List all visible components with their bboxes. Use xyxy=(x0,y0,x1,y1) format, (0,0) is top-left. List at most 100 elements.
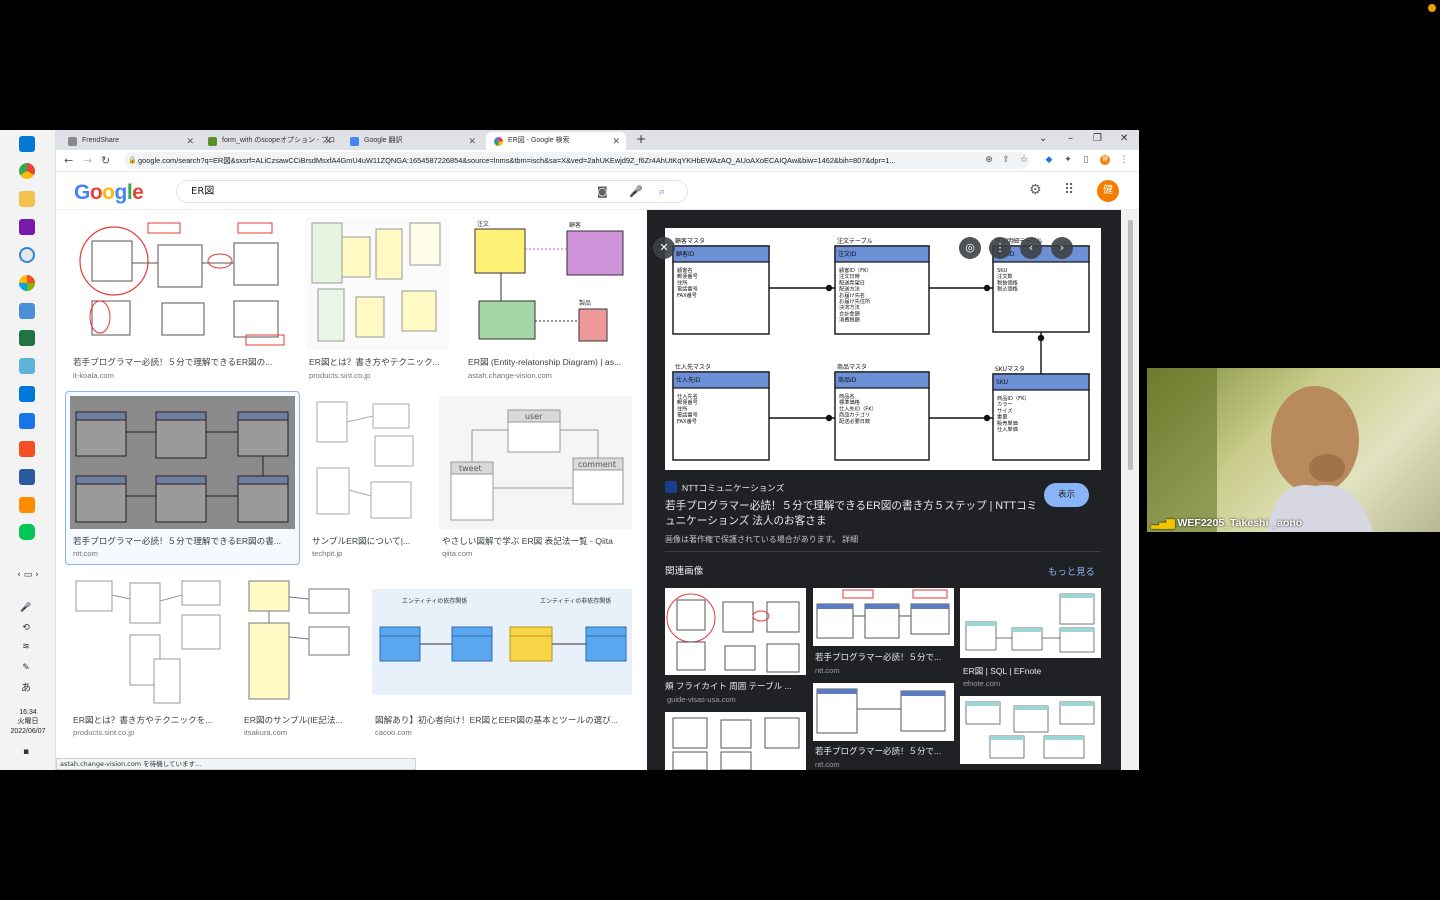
profile-avatar-icon[interactable]: 健 xyxy=(1100,155,1110,165)
result-thumbnail[interactable] xyxy=(309,396,424,529)
related-caption[interactable]: 頬 フライカイト 周囲 テーブル ... xyxy=(665,680,806,692)
back-icon[interactable]: ← xyxy=(64,153,73,169)
excel-icon[interactable] xyxy=(19,330,35,346)
google-logo[interactable]: Google xyxy=(74,181,144,205)
result-thumbnail[interactable] xyxy=(70,396,295,529)
result-thumbnail[interactable] xyxy=(70,575,227,708)
search-icon[interactable]: ⌕ xyxy=(659,186,665,198)
notification-icon[interactable]: ▪ xyxy=(20,747,32,757)
close-window-icon[interactable]: ✕ xyxy=(1120,130,1128,148)
previous-icon[interactable]: ‹ xyxy=(1020,237,1042,259)
preview-title-cont[interactable]: ュニケーションズ 法人のお客さま xyxy=(665,513,826,528)
result-thumbnail[interactable]: user tweet comment xyxy=(439,396,632,529)
tab-close-icon[interactable]: ✕ xyxy=(468,132,476,150)
related-source[interactable]: ntt.com xyxy=(815,666,840,675)
result-caption[interactable]: ER図とは？書き方やテクニック... xyxy=(309,356,449,368)
app-icon[interactable] xyxy=(19,247,35,263)
related-thumbnail[interactable] xyxy=(960,696,1101,764)
tab-close-icon[interactable]: ✕ xyxy=(612,132,620,150)
wifi-icon[interactable]: ≋ xyxy=(20,642,32,652)
microphone-icon[interactable]: 🎤 xyxy=(629,186,643,198)
result-source[interactable]: ntt.com xyxy=(73,549,98,558)
related-thumbnail[interactable] xyxy=(813,683,954,741)
forward-icon[interactable]: → xyxy=(83,153,92,169)
new-tab-icon[interactable]: + xyxy=(636,130,646,148)
related-caption[interactable]: ER図 | SQL | EFnote xyxy=(963,665,1101,677)
menu-dots-icon[interactable]: ⋮ xyxy=(1119,155,1129,165)
related-thumbnail[interactable] xyxy=(813,588,954,646)
preview-site-name[interactable]: NTTコミュニケーションズ xyxy=(682,482,784,494)
sync-icon[interactable]: ⟲ xyxy=(20,623,32,633)
result-caption[interactable]: サンプルER図について|... xyxy=(312,535,417,547)
microphone-icon[interactable]: 🎤 xyxy=(20,603,32,613)
result-source[interactable]: products.sint.co.jp xyxy=(309,371,370,380)
tab-search-icon[interactable]: ⌄ xyxy=(1039,130,1047,148)
result-source[interactable]: cacoo.com xyxy=(375,728,412,737)
url-input[interactable]: 🔒 google.com/search?q=ER図&sxsrf=ALiCzsaw… xyxy=(124,152,1029,169)
result-thumbnail[interactable] xyxy=(70,217,292,350)
result-caption[interactable]: 若手プログラマー必読！５分で理解できるER図の書... xyxy=(73,535,291,547)
more-options-icon[interactable]: ⋮ xyxy=(989,237,1011,259)
onenote-icon[interactable] xyxy=(19,219,35,235)
folder-icon[interactable] xyxy=(19,191,35,207)
apps-grid-icon[interactable]: ⠿ xyxy=(1064,183,1074,197)
powershell-icon[interactable] xyxy=(19,469,35,485)
related-source[interactable]: guide-visas-usa.com xyxy=(667,695,736,704)
result-caption[interactable]: 図解あり】初心者向け！ER図とEER図の基本とツールの選び... xyxy=(375,714,632,726)
camera-search-icon[interactable]: ◙ xyxy=(597,186,608,198)
extensions-puzzle-icon[interactable]: ✦ xyxy=(1063,155,1073,165)
result-source[interactable]: itsakura.com xyxy=(244,728,287,737)
preview-title[interactable]: 若手プログラマー必読！５分で理解できるER図の書き方５ステップ | NTTコミ xyxy=(665,498,1037,513)
result-thumbnail[interactable]: エンティティの依存関係 エンティティの非依存関係 xyxy=(372,589,632,695)
pen-icon[interactable]: ✎ xyxy=(20,663,32,673)
maximize-icon[interactable]: ❐ xyxy=(1093,130,1102,148)
result-source[interactable]: qiita.com xyxy=(442,549,472,558)
bookmark-star-icon[interactable]: ☆ xyxy=(1019,155,1029,165)
result-caption[interactable]: やさしい図解で学ぶ ER図 表記法一覧 - Qiita xyxy=(442,535,632,547)
app-icon[interactable] xyxy=(19,497,35,513)
related-source[interactable]: ntt.com xyxy=(815,760,840,769)
result-source[interactable]: it-koala.com xyxy=(73,371,114,380)
minimize-icon[interactable]: – xyxy=(1068,130,1073,148)
line-icon[interactable] xyxy=(19,524,35,540)
result-caption[interactable]: 若手プログラマー必読！５分で理解できるER図の... xyxy=(73,356,288,368)
scrollbar-thumb[interactable] xyxy=(1128,220,1133,470)
related-caption[interactable]: 若手プログラマー必読！５分で... xyxy=(815,651,954,663)
related-thumbnail[interactable] xyxy=(665,712,806,770)
windows-start-icon[interactable] xyxy=(19,136,35,152)
search-input[interactable]: ER図 ◙ 🎤 ⌕ xyxy=(176,180,688,203)
extension-drop-icon[interactable]: ◆ xyxy=(1044,155,1054,165)
translate-icon[interactable] xyxy=(19,413,35,429)
lens-search-icon[interactable]: ◎ xyxy=(959,237,981,259)
tab-frendshare[interactable]: FrendShare ✕ xyxy=(60,132,200,150)
related-thumbnail[interactable] xyxy=(665,588,806,675)
preview-image[interactable]: 顧客マスタ 顧客ID 顧客名 郵便番号 住所 電話番号 FAX番号 注文テーブル 注文ID 顧客I… xyxy=(665,228,1101,470)
result-thumbnail[interactable] xyxy=(241,575,356,708)
tab-close-icon[interactable]: ✕ xyxy=(186,132,194,150)
tab-close-icon[interactable]: ✕ xyxy=(324,132,332,150)
result-caption[interactable]: ER図 (Entity-relatonship Diagram) | as... xyxy=(468,356,632,368)
account-avatar[interactable]: 健 xyxy=(1097,180,1119,202)
zoom-icon[interactable]: ⊕ xyxy=(984,155,994,165)
result-thumbnail[interactable]: 注文 顧客 製品 xyxy=(465,217,632,350)
preview-scrollbar[interactable] xyxy=(1121,210,1139,770)
result-caption[interactable]: ER図とは？書き方やテクニックを... xyxy=(73,714,223,726)
share-icon[interactable]: ⇪ xyxy=(1001,155,1011,165)
related-thumbnail[interactable] xyxy=(960,588,1101,658)
tab-form-with[interactable]: form_with のscopeオプション - プロ ✕ xyxy=(200,132,338,150)
result-caption[interactable]: ER図のサンプル(IE記法... xyxy=(244,714,354,726)
tab-er-search[interactable]: ER図 - Google 検索 ✕ xyxy=(486,132,626,150)
result-source[interactable]: astah.change-vision.com xyxy=(468,371,552,380)
settings-gear-icon[interactable]: ⚙ xyxy=(1029,183,1042,197)
tab-google-translate[interactable]: Google 翻訳 ✕ xyxy=(342,132,482,150)
chrome-icon[interactable] xyxy=(19,163,35,179)
app-icon[interactable] xyxy=(19,275,35,291)
side-panel-icon[interactable]: ▯ xyxy=(1081,155,1091,165)
calculator-icon[interactable] xyxy=(19,303,35,319)
ime-icon[interactable]: あ xyxy=(20,684,32,694)
related-source[interactable]: efnote.com xyxy=(963,679,1000,688)
result-source[interactable]: products.sint.co.jp xyxy=(73,728,134,737)
scroll-chevrons-icon[interactable]: ‹ ▭ › xyxy=(4,570,52,580)
result-thumbnail[interactable] xyxy=(306,217,449,350)
next-icon[interactable]: › xyxy=(1051,237,1073,259)
